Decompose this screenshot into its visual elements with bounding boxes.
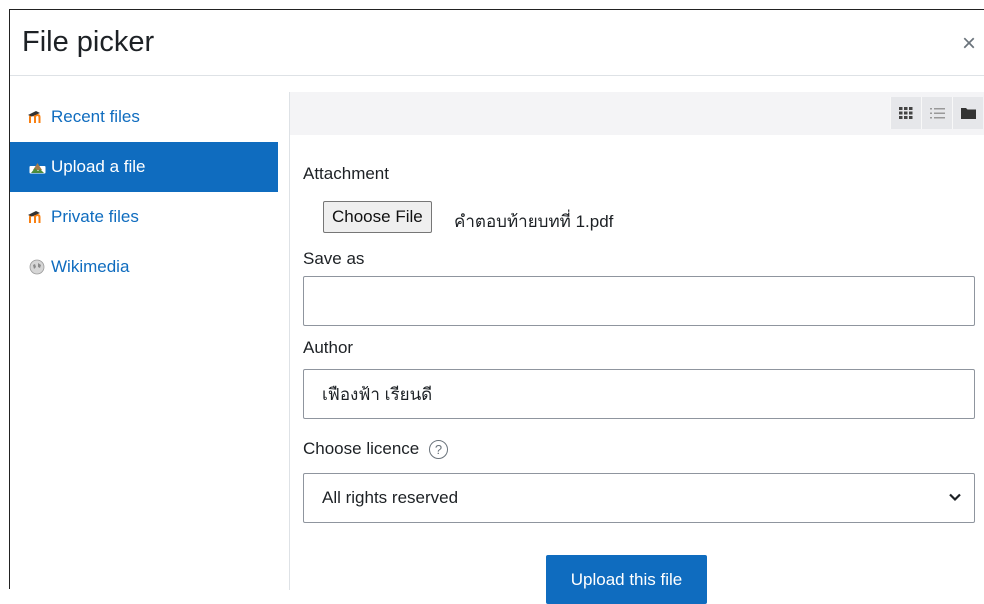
selected-file-name: คำตอบท้ายบทที่ 1.pdf (454, 212, 614, 231)
folder-view-icon[interactable] (952, 97, 983, 129)
view-buttons (890, 97, 983, 129)
sidebar-item-label: Private files (51, 207, 139, 226)
help-icon[interactable]: ? (428, 440, 448, 460)
sidebar-item-label: Wikimedia (51, 257, 130, 276)
sidebar-item-upload-a-file[interactable]: Upload a file (10, 142, 278, 192)
moodle-icon (28, 209, 46, 225)
sidebar-item-label: Recent files (51, 107, 140, 126)
chevron-down-icon (948, 489, 962, 509)
author-input[interactable]: เฟืองฟ้า เรียนดี (303, 369, 975, 419)
sidebar-item-label: Upload a file (51, 157, 146, 176)
dialog-header: File picker × (10, 10, 984, 76)
licence-label-row: Choose licence ? (303, 439, 448, 460)
licence-label: Choose licence (303, 439, 420, 458)
wikimedia-icon (28, 259, 46, 275)
save-as-input[interactable] (303, 276, 975, 326)
dialog-title: File picker (22, 26, 155, 58)
file-picker-dialog: File picker × Recent files Upload a file… (9, 9, 984, 604)
choose-file-button[interactable]: Choose File (323, 201, 432, 233)
upload-panel: Attachment Choose File คำตอบท้ายบทที่ 1.… (289, 92, 984, 604)
licence-selected-value: All rights reserved (322, 488, 459, 507)
close-icon[interactable]: × (962, 32, 976, 56)
sidebar-item-private-files[interactable]: Private files (10, 192, 278, 242)
moodle-icon (28, 109, 46, 125)
sidebar-item-wikimedia[interactable]: Wikimedia (10, 242, 278, 292)
sidebar-item-recent-files[interactable]: Recent files (10, 92, 278, 142)
grid-view-icon[interactable] (890, 97, 921, 129)
repository-sidebar: Recent files Upload a file Private files… (10, 92, 278, 292)
author-label: Author (303, 338, 354, 357)
upload-icon (28, 159, 46, 175)
view-toolbar (290, 92, 984, 135)
licence-select[interactable]: All rights reserved (303, 473, 975, 523)
list-view-icon[interactable] (921, 97, 952, 129)
attachment-label: Attachment (303, 164, 389, 183)
save-as-label: Save as (303, 249, 365, 268)
